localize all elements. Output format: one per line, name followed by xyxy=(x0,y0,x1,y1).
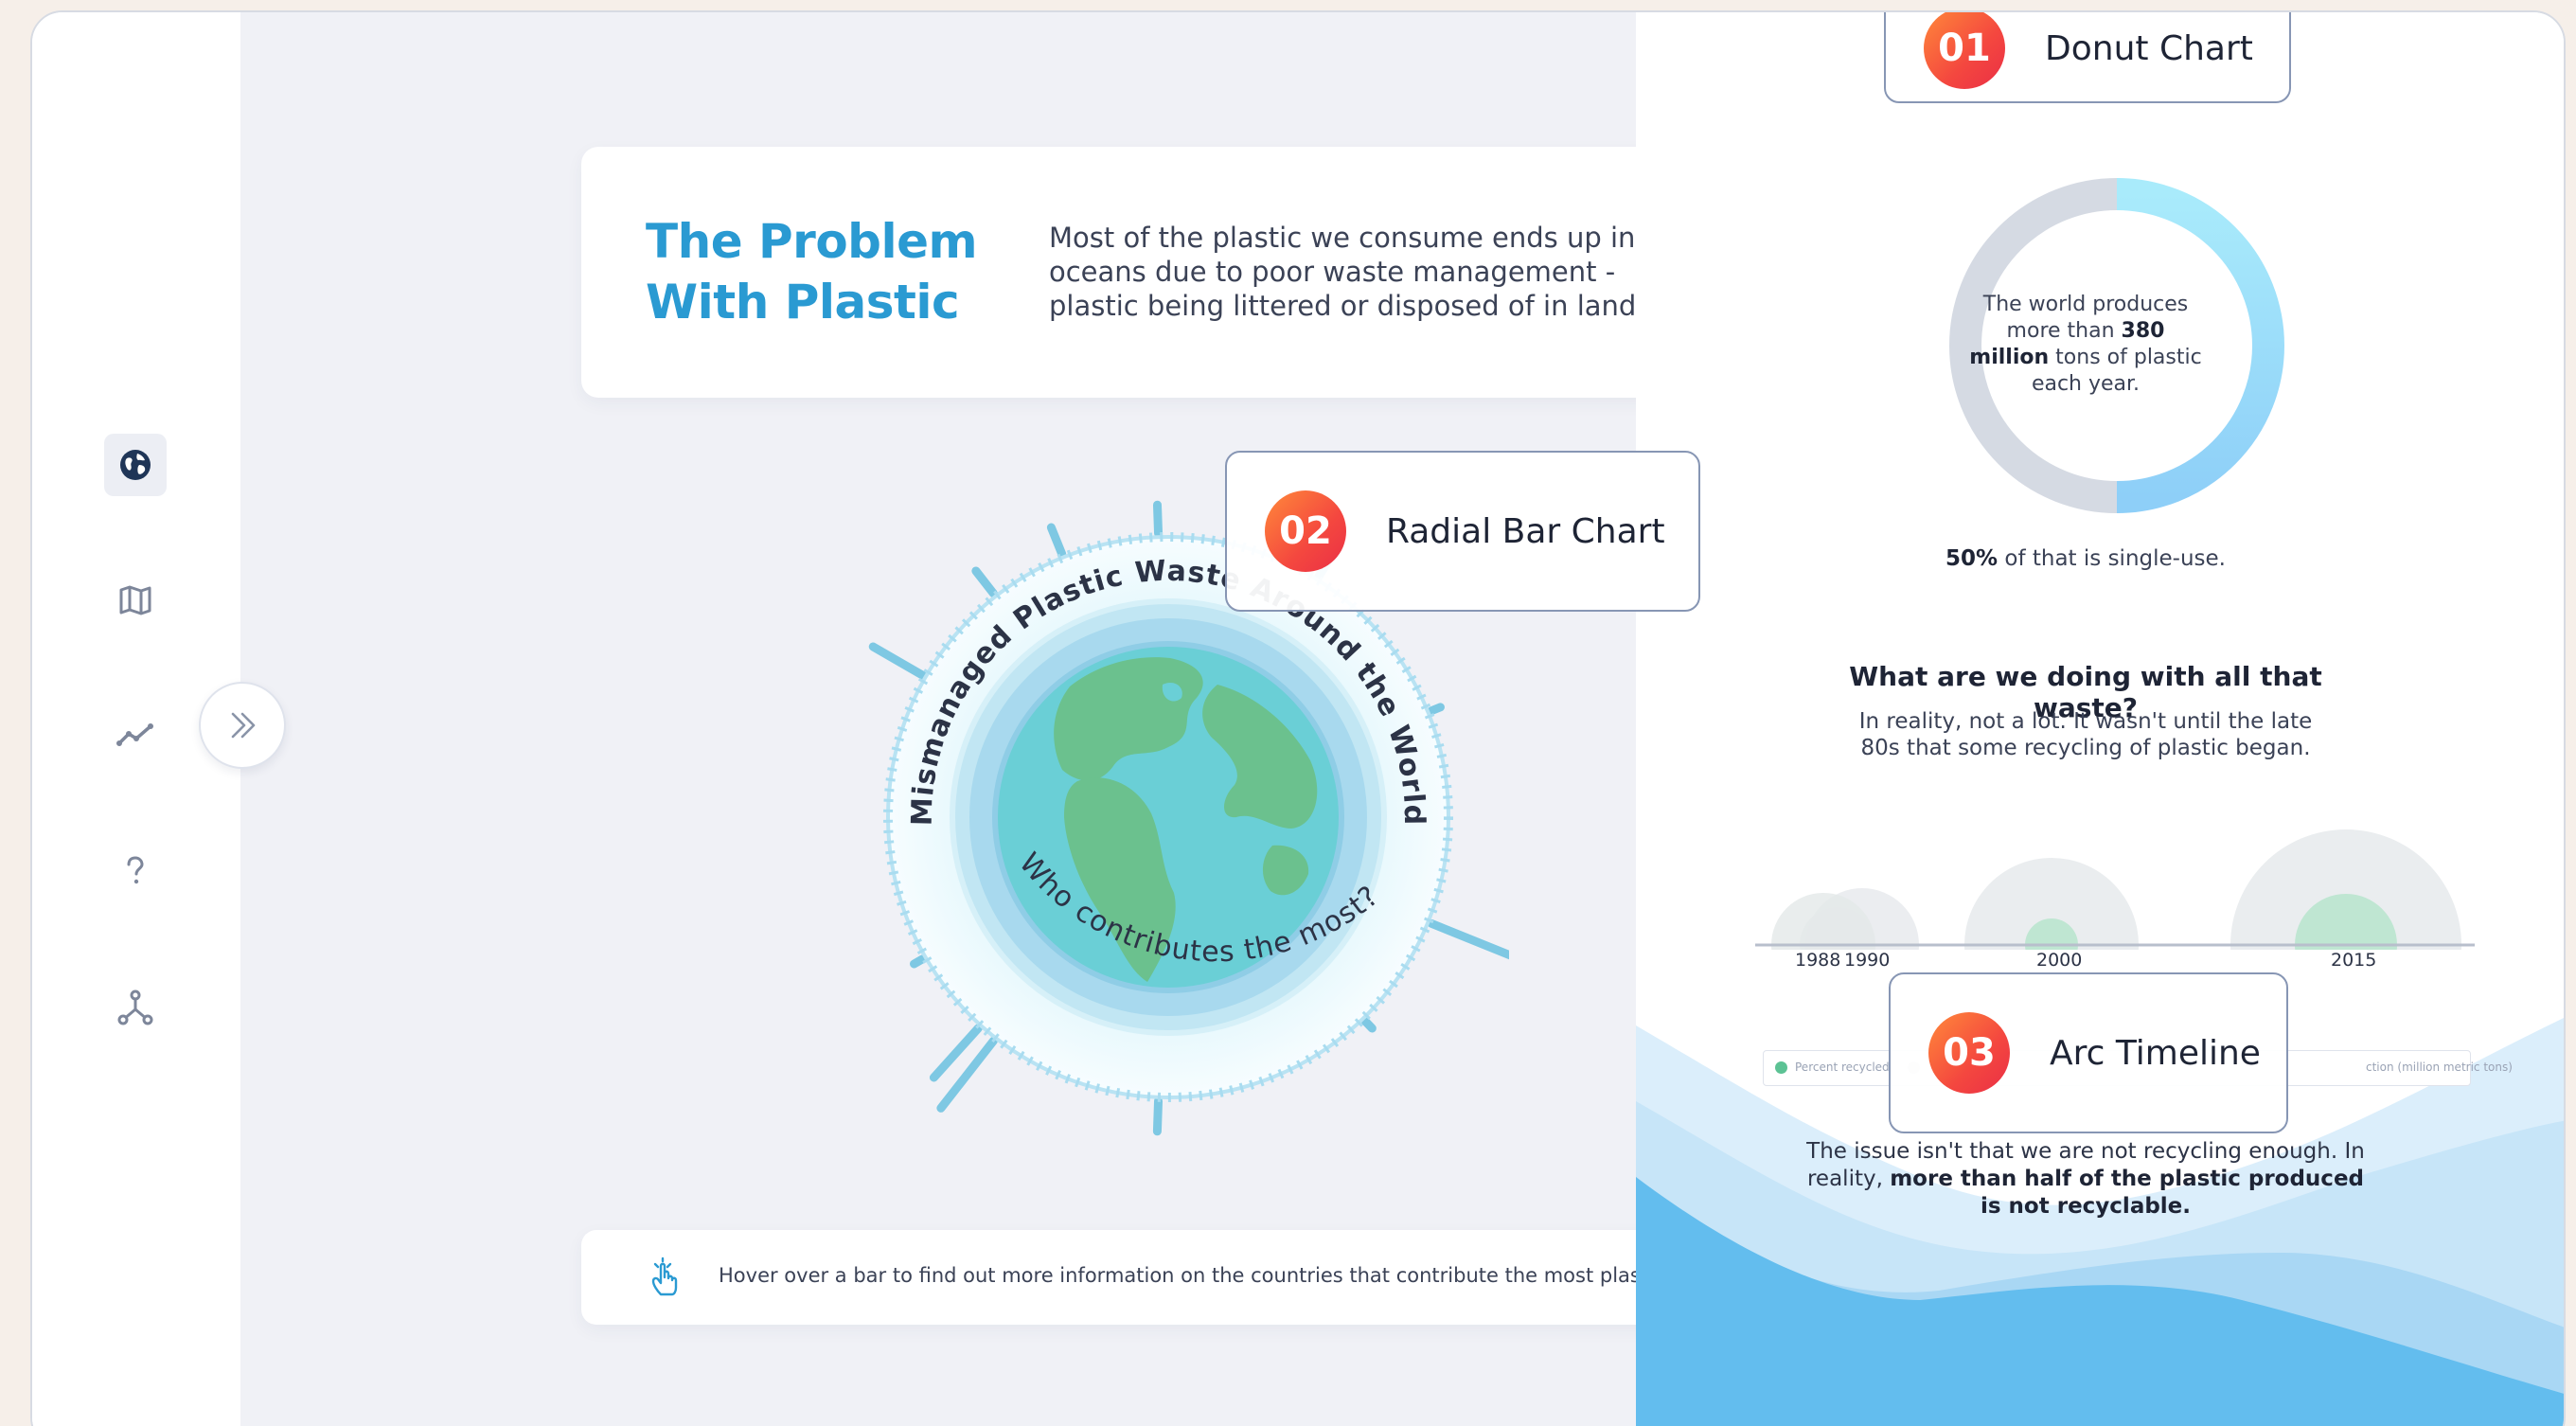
page-title: The Problem With Plastic xyxy=(646,214,978,330)
waste-description: In reality, not a lot. It wasn't until t… xyxy=(1858,709,2313,760)
sidebar-item-globe[interactable] xyxy=(104,434,167,496)
label-title: Donut Chart xyxy=(2045,28,2253,68)
year-label: 2015 xyxy=(2331,950,2377,971)
single-use-note: 50% of that is single-use. xyxy=(1945,546,2226,571)
intro-card: The Problem With Plastic Most of the pla… xyxy=(581,147,1740,398)
year-label: 1990 xyxy=(1844,950,1891,971)
radial-bar[interactable] xyxy=(868,642,927,680)
label-card-arc[interactable]: 03 Arc Timeline xyxy=(1889,972,2288,1133)
radial-bar[interactable] xyxy=(910,954,927,969)
radial-bar[interactable] xyxy=(1360,1017,1377,1033)
map-icon xyxy=(119,585,151,615)
year-label: 2000 xyxy=(2036,950,2083,971)
radial-bar[interactable] xyxy=(1427,918,1509,1023)
sidebar-item-map[interactable] xyxy=(104,569,167,632)
legend-item-production[interactable]: ction (million metric tons) xyxy=(2366,1061,2513,1074)
network-icon xyxy=(117,989,153,1025)
year-label: 1988 xyxy=(1795,950,1841,971)
radial-bar[interactable] xyxy=(1427,703,1445,716)
radial-bar[interactable] xyxy=(1152,500,1164,538)
double-chevron-right-icon xyxy=(231,712,256,739)
label-card-donut[interactable]: 01 Donut Chart xyxy=(1884,12,2291,103)
legend-dot xyxy=(1775,1061,1787,1074)
hover-hint-card: Hover over a bar to find out more inform… xyxy=(581,1230,1813,1325)
label-number: 02 xyxy=(1265,490,1346,572)
question-icon xyxy=(127,856,144,884)
issue-note: The issue isn't that we are not recyclin… xyxy=(1806,1139,2365,1219)
radial-bar[interactable] xyxy=(936,1036,998,1113)
label-number: 03 xyxy=(1928,1012,2010,1094)
app-frame: The Problem With Plastic Most of the pla… xyxy=(30,10,2566,1426)
intro-description: Most of the plastic we consume ends up i… xyxy=(1049,222,1693,322)
legend-item-recycled[interactable]: Percent recycled xyxy=(1775,1061,1890,1074)
line-chart-icon xyxy=(116,723,153,746)
radial-bar[interactable] xyxy=(1046,523,1067,559)
label-title: Radial Bar Chart xyxy=(1386,511,1665,551)
arc-timeline-chart xyxy=(1755,829,2475,950)
label-card-radial[interactable]: 02 Radial Bar Chart xyxy=(1225,451,1700,612)
label-title: Arc Timeline xyxy=(2050,1033,2261,1073)
label-number: 01 xyxy=(1924,12,2005,89)
sidebar-item-trends[interactable] xyxy=(104,704,167,766)
sidebar-item-network[interactable] xyxy=(104,976,167,1039)
globe-icon xyxy=(120,450,151,480)
pointer-hand-icon xyxy=(651,1257,678,1296)
expand-sidebar-button[interactable] xyxy=(199,682,286,769)
main-panel: The Problem With Plastic Most of the pla… xyxy=(240,12,1813,1426)
radial-bar[interactable] xyxy=(971,566,998,598)
donut-center-text: The world produces more than 380 million… xyxy=(1969,293,2202,396)
radial-bar[interactable] xyxy=(1152,1096,1164,1136)
sidebar-item-help[interactable] xyxy=(104,840,167,902)
